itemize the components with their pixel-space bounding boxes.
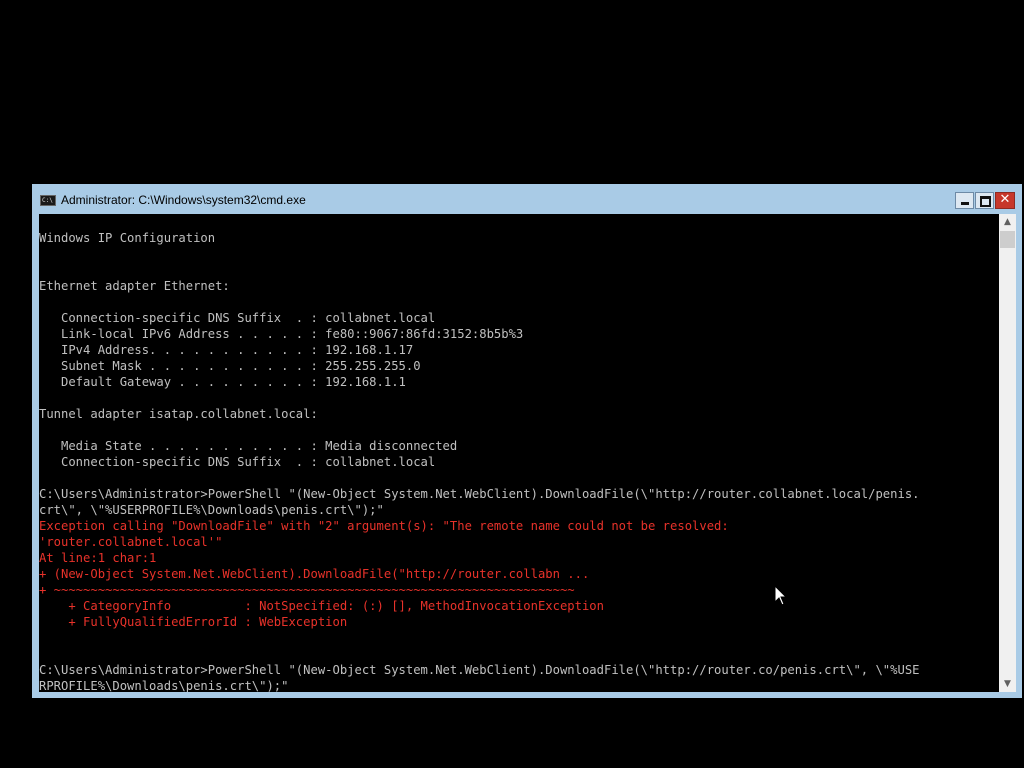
console-line: Media State . . . . . . . . . . . : Medi… — [39, 439, 458, 453]
console-line: + FullyQualifiedErrorId : WebException — [39, 615, 348, 629]
console-line: RPROFILE%\Downloads\penis.crt\");" — [39, 679, 289, 692]
console-line: Subnet Mask . . . . . . . . . . . : 255.… — [39, 359, 421, 373]
cmd-icon[interactable]: C:\ — [40, 195, 56, 206]
maximize-button[interactable] — [975, 192, 994, 209]
console-line: crt\", \"%USERPROFILE%\Downloads\penis.c… — [39, 503, 384, 517]
console-line: Default Gateway . . . . . . . . . : 192.… — [39, 375, 406, 389]
console-line: At line:1 char:1 — [39, 551, 157, 565]
console-line: Exception calling "DownloadFile" with "2… — [39, 519, 729, 533]
console-line: Link-local IPv6 Address . . . . . : fe80… — [39, 327, 524, 341]
console-line: Tunnel adapter isatap.collabnet.local: — [39, 407, 318, 421]
console-output[interactable]: Windows IP Configuration Ethernet adapter… — [39, 214, 999, 692]
cmd-window: C:\ Administrator: C:\Windows\system32\c… — [32, 184, 1022, 698]
mouse-pointer-icon — [774, 585, 788, 606]
minimize-button[interactable] — [955, 192, 974, 209]
vertical-scrollbar[interactable]: ▲ ▼ — [999, 214, 1016, 692]
console-text: Windows IP Configuration Ethernet adapter… — [39, 214, 920, 692]
console-line: C:\Users\Administrator>PowerShell "(New-… — [39, 487, 920, 501]
minimize-icon — [961, 202, 969, 205]
scroll-up-icon[interactable]: ▲ — [999, 214, 1016, 230]
console-line: Connection-specific DNS Suffix . : colla… — [39, 455, 436, 469]
console-line: Ethernet adapter Ethernet: — [39, 279, 230, 293]
console-line: + (New-Object System.Net.WebClient).Down… — [39, 567, 590, 581]
scroll-down-icon[interactable]: ▼ — [999, 676, 1016, 692]
window-title: Administrator: C:\Windows\system32\cmd.e… — [61, 193, 306, 207]
maximize-icon — [980, 196, 991, 207]
title-bar[interactable]: C:\ Administrator: C:\Windows\system32\c… — [32, 184, 1022, 214]
console-line: Windows IP Configuration — [39, 231, 216, 245]
close-icon: ✕ — [999, 192, 1011, 207]
console-line: 'router.collabnet.local'" — [39, 535, 223, 549]
close-button[interactable]: ✕ — [995, 192, 1015, 209]
console-line: C:\Users\Administrator>PowerShell "(New-… — [39, 663, 920, 677]
console-line: IPv4 Address. . . . . . . . . . . : 192.… — [39, 343, 414, 357]
scroll-thumb[interactable] — [1000, 231, 1015, 248]
console-line: Connection-specific DNS Suffix . : colla… — [39, 311, 436, 325]
